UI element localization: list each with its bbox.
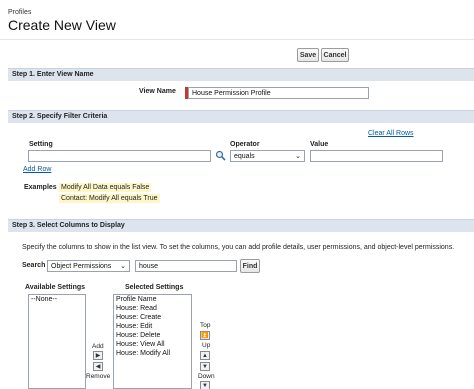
save-button[interactable]: Save xyxy=(297,48,319,62)
arrow-up-icon: ▲ xyxy=(202,352,208,359)
list-item[interactable]: House: Edit xyxy=(114,322,191,331)
available-settings-label: Available Settings xyxy=(25,284,86,291)
list-item[interactable]: House: Delete xyxy=(114,331,191,340)
page-title: Create New View xyxy=(8,17,116,33)
step3-section-header: Step 3. Select Columns to Display xyxy=(8,219,474,232)
list-item[interactable]: House: Create xyxy=(114,313,191,322)
setting-input[interactable] xyxy=(28,150,211,162)
find-button[interactable]: Find xyxy=(240,259,260,273)
step1-title: Step 1. Enter View Name xyxy=(12,71,94,78)
remove-arrow-button[interactable]: ◀ xyxy=(93,362,103,371)
move-top-button[interactable]: ⏫ xyxy=(200,331,210,340)
up-label: Up xyxy=(202,342,211,349)
operator-selected-value: equals xyxy=(234,152,255,160)
breadcrumb[interactable]: Profiles xyxy=(8,9,31,16)
clear-all-rows-link[interactable]: Clear All Rows xyxy=(368,130,414,137)
examples-label: Examples xyxy=(24,184,57,191)
chevron-down-icon: ⌄ xyxy=(120,263,126,270)
available-settings-list[interactable]: --None-- xyxy=(28,294,86,389)
move-down-button[interactable]: ▼ xyxy=(200,362,210,371)
operator-select[interactable]: equals ⌄ xyxy=(230,150,305,162)
arrow-left-icon: ◀ xyxy=(95,364,101,370)
value-input[interactable] xyxy=(310,150,443,162)
page-header: Profiles Create New View xyxy=(0,0,474,40)
view-name-input[interactable]: House Permission Profile xyxy=(188,87,369,99)
list-item[interactable]: Profile Name xyxy=(114,295,191,304)
lookup-icon[interactable] xyxy=(215,150,226,161)
search-scope-select[interactable]: Object Permissions ⌄ xyxy=(47,260,130,272)
example-1: Modify All Data equals False xyxy=(59,183,152,192)
search-input[interactable]: house xyxy=(135,260,237,272)
cancel-button[interactable]: Cancel xyxy=(321,48,349,62)
arrow-down-icon: ▼ xyxy=(202,363,208,370)
example-2: Contact: Modify All equals True xyxy=(59,194,160,203)
operator-column-label: Operator xyxy=(230,141,260,148)
chevron-down-icon: ⌄ xyxy=(295,153,301,160)
arrow-right-icon: ▶ xyxy=(95,353,101,359)
move-bottom-button[interactable]: ▼ xyxy=(200,381,210,389)
step1-section-header: Step 1. Enter View Name xyxy=(8,68,474,81)
search-label: Search xyxy=(22,262,46,269)
list-item[interactable]: --None-- xyxy=(29,295,85,304)
step2-title: Step 2. Specify Filter Criteria xyxy=(12,113,108,120)
list-item[interactable]: House: Read xyxy=(114,304,191,313)
double-arrow-down-icon: ▼ xyxy=(202,382,208,389)
setting-column-label: Setting xyxy=(29,141,53,148)
selected-settings-list[interactable]: Profile Name House: Read House: Create H… xyxy=(113,294,192,389)
step3-description: Specify the columns to show in the list … xyxy=(22,244,455,251)
list-item[interactable]: House: View All xyxy=(114,340,191,349)
view-name-label: View Name xyxy=(139,88,176,95)
search-scope-value: Object Permissions xyxy=(51,262,112,270)
list-item[interactable]: House: Modify All xyxy=(114,349,191,358)
selected-settings-label: Selected Settings xyxy=(125,284,184,291)
step2-section-header: Step 2. Specify Filter Criteria xyxy=(8,110,474,123)
add-label: Add xyxy=(92,343,104,350)
down-label: Down xyxy=(198,373,215,380)
add-arrow-button[interactable]: ▶ xyxy=(93,351,103,360)
value-column-label: Value xyxy=(310,141,329,148)
double-arrow-up-icon: ⏫ xyxy=(201,333,209,339)
add-row-link[interactable]: Add Row xyxy=(23,166,51,173)
top-label: Top xyxy=(200,322,211,329)
move-up-button[interactable]: ▲ xyxy=(200,351,210,360)
remove-label: Remove xyxy=(86,373,111,380)
step3-title: Step 3. Select Columns to Display xyxy=(12,222,125,229)
